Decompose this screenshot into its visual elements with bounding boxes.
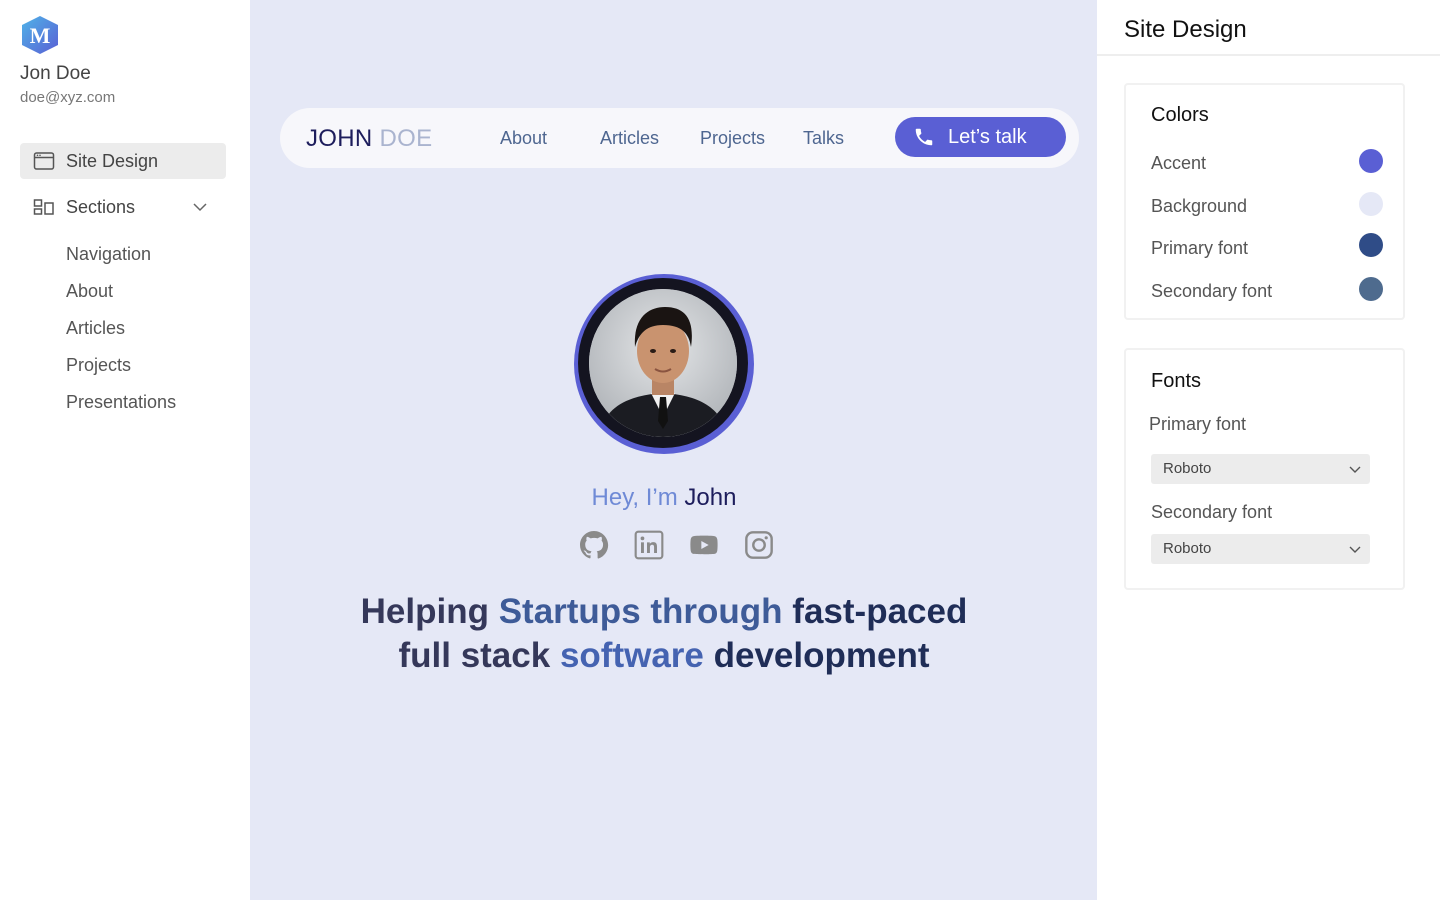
primary-font-value: Roboto: [1163, 460, 1212, 477]
chevron-down-icon[interactable]: [192, 200, 208, 214]
lets-talk-button[interactable]: Let’s talk: [895, 117, 1066, 157]
secondary-font-select[interactable]: Roboto: [1151, 534, 1370, 564]
headline-word: Startups through: [498, 592, 783, 631]
sidebar-item-label: Sections: [66, 196, 136, 217]
preview-nav-articles[interactable]: Articles: [600, 128, 659, 149]
linkedin-icon[interactable]: [633, 529, 665, 561]
fonts-card: Fonts Primary font Roboto Secondary font…: [1124, 348, 1405, 590]
lets-talk-label: Let’s talk: [948, 126, 1027, 148]
sidebar-item-site-design[interactable]: Site Design: [20, 143, 226, 179]
browser-window-icon: [33, 151, 55, 171]
greeting: Hey, I’m John: [250, 484, 1078, 512]
secondary-font-label: Secondary font: [1151, 502, 1273, 522]
sidebar-item-label: Site Design: [66, 150, 159, 171]
instagram-icon[interactable]: [743, 529, 775, 561]
color-label-primary-font: Primary font: [1151, 238, 1249, 258]
preview-nav-talks[interactable]: Talks: [803, 128, 844, 149]
section-item-presentations[interactable]: Presentations: [66, 392, 176, 413]
colors-card: Colors Accent Background Primary font Se…: [1124, 83, 1405, 320]
color-label-background: Background: [1151, 196, 1248, 216]
site-design-panel: Site Design Colors Accent Background Pri…: [1097, 0, 1440, 900]
site-preview-canvas: JOHN DOE About Articles Projects Talks L…: [250, 0, 1097, 900]
profile-avatar: [574, 274, 754, 454]
section-item-articles[interactable]: Articles: [66, 318, 125, 339]
color-swatch-primary-font[interactable]: [1359, 233, 1383, 257]
headline-word: software: [559, 636, 704, 675]
user-email: doe@xyz.com: [20, 89, 116, 106]
profile-photo: [589, 289, 737, 437]
youtube-icon[interactable]: [688, 529, 720, 561]
app-logo: M: [21, 15, 59, 55]
headline-word: Helping: [360, 592, 489, 631]
hero-headline: Helping Startups through fast-paced full…: [250, 590, 1078, 678]
section-item-projects[interactable]: Projects: [66, 355, 131, 376]
preview-navbar: JOHN DOE About Articles Projects Talks L…: [280, 108, 1079, 168]
chevron-down-icon: [1348, 543, 1362, 555]
layout-blocks-icon: [33, 197, 55, 217]
left-sidebar: M Jon Doe doe@xyz.com Site Design Sectio…: [0, 0, 250, 900]
headline-word: fast-paced: [792, 592, 968, 631]
preview-nav-projects[interactable]: Projects: [700, 128, 765, 149]
primary-font-label: Primary font: [1149, 414, 1247, 434]
panel-divider: [1097, 54, 1440, 56]
secondary-font-value: Roboto: [1163, 540, 1212, 557]
color-swatch-background[interactable]: [1359, 192, 1383, 216]
primary-font-select[interactable]: Roboto: [1151, 454, 1370, 484]
headline-word: full stack: [398, 636, 551, 675]
color-label-accent: Accent: [1151, 153, 1207, 173]
section-item-navigation[interactable]: Navigation: [66, 244, 151, 265]
headline-word: development: [713, 636, 930, 675]
github-icon[interactable]: [578, 529, 610, 561]
phone-icon: [913, 126, 935, 148]
color-label-secondary-font: Secondary font: [1151, 281, 1273, 301]
brand-last-name: DOE: [379, 125, 433, 152]
color-swatch-accent[interactable]: [1359, 149, 1383, 173]
chevron-down-icon: [1348, 463, 1362, 475]
fonts-card-title: Fonts: [1151, 370, 1202, 392]
preview-nav-about[interactable]: About: [500, 128, 547, 149]
colors-card-title: Colors: [1151, 104, 1209, 126]
brand-first-name: JOHN: [306, 125, 373, 152]
color-swatch-secondary-font[interactable]: [1359, 277, 1383, 301]
logo-letter: M: [30, 23, 51, 48]
greeting-prefix: Hey, I’m: [591, 484, 678, 511]
panel-title: Site Design: [1124, 16, 1247, 43]
section-item-about[interactable]: About: [66, 281, 113, 302]
sidebar-item-sections[interactable]: Sections: [20, 189, 226, 225]
user-name: Jon Doe: [20, 63, 91, 84]
preview-brand[interactable]: JOHN DOE: [306, 125, 432, 153]
greeting-name: John: [684, 484, 737, 511]
